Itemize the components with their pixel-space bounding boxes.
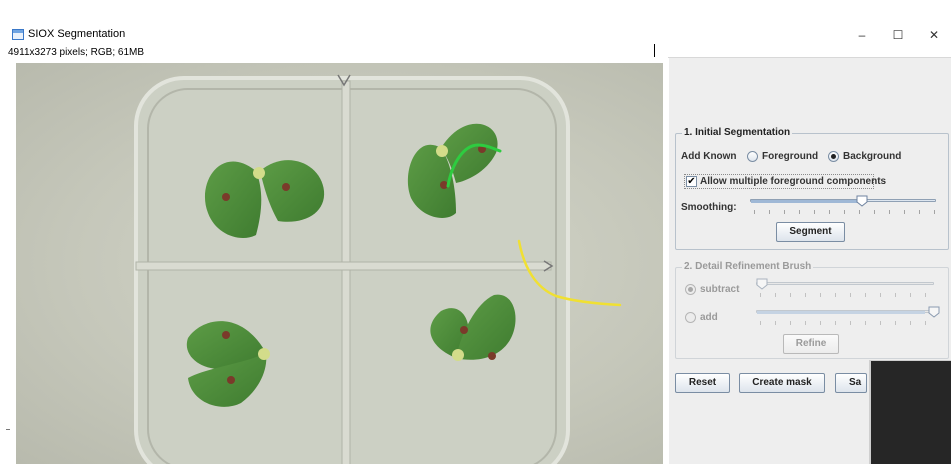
background-label[interactable]: Background xyxy=(843,151,901,162)
dish-outline xyxy=(134,76,570,464)
add-slider-thumb[interactable] xyxy=(928,306,940,318)
dish-divider-vertical xyxy=(341,80,351,464)
image-canvas[interactable] xyxy=(16,63,663,464)
window-title: SIOX Segmentation xyxy=(28,28,126,40)
create-mask-button[interactable]: Create mask xyxy=(739,373,825,393)
smoothing-slider-ticks xyxy=(754,210,938,214)
subtract-slider-track[interactable] xyxy=(756,282,934,285)
smoothing-label: Smoothing: xyxy=(681,202,737,213)
subtract-label[interactable]: subtract xyxy=(700,284,739,295)
initial-segmentation-legend: 1. Initial Segmentation xyxy=(682,127,793,139)
foreground-label[interactable]: Foreground xyxy=(762,151,818,162)
subtract-slider-ticks xyxy=(760,293,936,297)
close-button[interactable]: ✕ xyxy=(922,26,946,44)
image-info: 4911x3273 pixels; RGB; 61MB xyxy=(8,47,145,58)
add-slider-ticks xyxy=(760,321,936,325)
refinement-group: 2. Detail Refinement Brush subtract add … xyxy=(675,261,949,359)
allow-multiple-label[interactable]: Allow multiple foreground components xyxy=(700,176,886,187)
add-label[interactable]: add xyxy=(700,312,718,323)
edge-tick xyxy=(6,429,10,430)
text-cursor xyxy=(654,44,655,57)
petri-dish-image xyxy=(134,74,622,464)
add-radio[interactable] xyxy=(685,312,696,323)
dish-divider-horizontal xyxy=(135,261,552,271)
minimize-button[interactable]: – xyxy=(850,26,874,44)
add-slider-fill xyxy=(757,311,925,314)
title-bar: SIOX Segmentation – ☐ ✕ xyxy=(0,24,951,46)
refinement-legend: 2. Detail Refinement Brush xyxy=(682,261,814,273)
background-window xyxy=(869,360,951,464)
add-known-label: Add Known xyxy=(681,151,737,162)
segment-button[interactable]: Segment xyxy=(776,222,845,242)
background-radio[interactable] xyxy=(828,151,839,162)
smoothing-slider-thumb[interactable] xyxy=(856,195,868,207)
initial-segmentation-group: 1. Initial Segmentation Add Known Foregr… xyxy=(675,127,949,250)
reset-button[interactable]: Reset xyxy=(675,373,730,393)
save-button[interactable]: Sa xyxy=(835,373,867,393)
subtract-slider-thumb[interactable] xyxy=(756,278,768,290)
maximize-button[interactable]: ☐ xyxy=(886,26,910,44)
refine-button[interactable]: Refine xyxy=(783,334,839,354)
smoothing-slider-fill xyxy=(751,200,861,203)
allow-multiple-checkbox[interactable]: ✔ xyxy=(686,176,697,187)
siox-app-icon xyxy=(12,29,24,40)
foreground-radio[interactable] xyxy=(747,151,758,162)
subtract-radio[interactable] xyxy=(685,284,696,295)
